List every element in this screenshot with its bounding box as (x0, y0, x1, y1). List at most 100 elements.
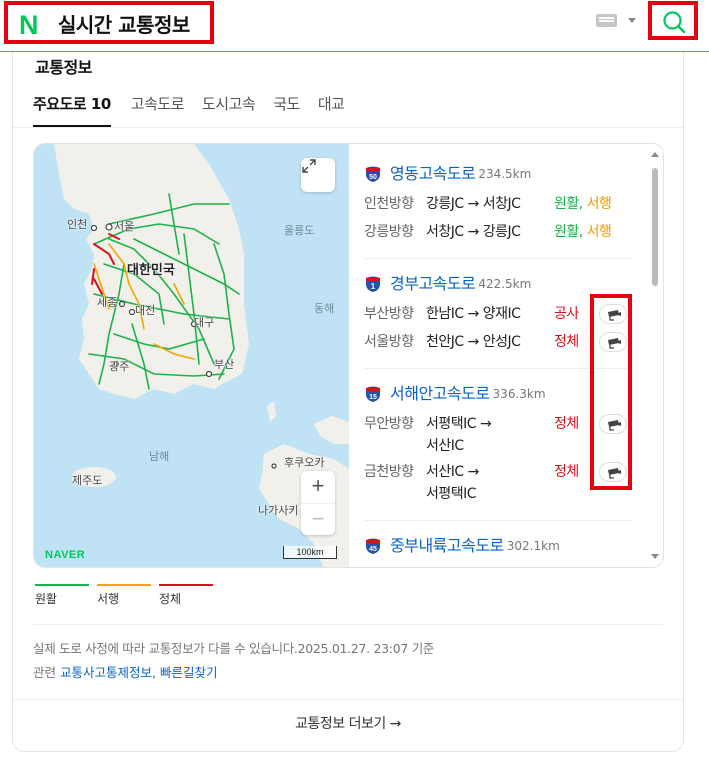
scrollbar-thumb[interactable] (652, 168, 658, 286)
road-length: 302.1km (506, 539, 560, 553)
legend-swatch-red (159, 584, 213, 586)
road-header[interactable]: 45 중부내륙고속도로 302.1km (364, 534, 634, 558)
traffic-status: 원활, 서행 (554, 224, 612, 240)
naver-logo[interactable]: N (19, 12, 43, 39)
search-icon (663, 11, 686, 34)
road-name[interactable]: 서해안고속도로 (390, 383, 490, 405)
map-label-south-sea: 남해 (149, 450, 170, 463)
traffic-status: 정체 (554, 416, 579, 432)
traffic-card: 교통정보 주요도로 10 고속도로 도시고속 국도 대교 인천 서울 대한민국 … (12, 52, 684, 752)
legend-label: 서행 (97, 592, 120, 606)
svg-text:15: 15 (369, 394, 377, 401)
scroll-up-arrow[interactable] (651, 152, 659, 157)
road-header[interactable]: 50 영동고속도로 234.5km (364, 162, 634, 186)
road-item: 45 중부내륙고속도로 302.1km (364, 534, 634, 558)
fast-route-link[interactable]: 빠른길찾기 (160, 665, 218, 680)
map-scale: 100km (283, 546, 337, 559)
road-divider (364, 258, 632, 259)
highway-shield-icon: 1 (364, 275, 382, 293)
map-label-sejong: 세종 (97, 296, 118, 309)
road-length: 234.5km (478, 167, 532, 181)
highway-shield-icon: 50 (364, 165, 382, 183)
tab-major-roads[interactable]: 주요도로 10 (33, 93, 111, 127)
zoom-out-button[interactable]: − (301, 503, 335, 535)
accident-control-link[interactable]: 교통사고통제정보 (60, 665, 152, 680)
legend: 원활 서행 정체 (35, 584, 221, 607)
tab-bridge[interactable]: 대교 (318, 93, 345, 127)
road-divider (364, 520, 632, 521)
road-length: 422.5km (478, 277, 532, 291)
brand-highlight: N 실시간 교통정보 (4, 1, 214, 44)
map-label-busan: 부산 (214, 358, 235, 371)
direction-label: 부산방향 (364, 306, 414, 322)
direction-label: 서울방향 (364, 334, 414, 350)
section-route: 한남IC → 양재IC (426, 306, 521, 322)
legend-swatch-green (35, 584, 89, 586)
fullscreen-button[interactable] (301, 158, 335, 192)
zoom-control: + − (301, 471, 335, 535)
road-header[interactable]: 1 경부고속도로 422.5km (364, 272, 634, 296)
road-name[interactable]: 영동고속도로 (390, 163, 476, 185)
search-button[interactable] (648, 1, 698, 40)
highway-shield-icon: 15 (364, 385, 382, 403)
direction-row: 인천방향 강릉JC → 서창JC 원활, 서행 (364, 192, 634, 218)
traffic-panel: 인천 서울 대한민국 세종 대전 대구 광주 부산 울릉도 동해 남해 제주도 … (33, 143, 664, 568)
direction-label: 무안방향 (364, 416, 414, 432)
header: N 실시간 교통정보 (0, 0, 709, 52)
direction-label: 금천방향 (364, 464, 414, 480)
tab-national-road[interactable]: 국도 (273, 93, 300, 127)
direction-row: 강릉방향 서창JC → 강릉JC 원활, 서행 (364, 220, 634, 246)
keyboard-icon[interactable] (596, 14, 617, 27)
section-route: 강릉JC → 서창JC (426, 196, 521, 212)
legend-item: 정체 (159, 584, 213, 607)
more-traffic-link[interactable]: 교통정보 더보기 → (13, 714, 683, 734)
legend-divider (33, 624, 663, 625)
road-name[interactable]: 중부내륙고속도로 (390, 535, 504, 557)
map-label-gwangju: 광주 (109, 360, 130, 373)
traffic-status: 정체 (554, 464, 579, 480)
map-label-country: 대한민국 (127, 263, 175, 278)
road-item: 50 영동고속도로 234.5km 인천방향 강릉JC → 서창JC 원활, 서… (364, 162, 634, 246)
page-title[interactable]: 실시간 교통정보 (58, 12, 190, 38)
section-route: 천안JC → 안성JC (426, 334, 521, 350)
legend-item: 원활 (35, 584, 89, 607)
legend-swatch-orange (97, 584, 151, 586)
link-separator: , (152, 665, 160, 680)
chevron-down-icon[interactable] (628, 18, 636, 23)
tab-urban-expressway[interactable]: 도시고속 (202, 93, 256, 127)
section-route: 서산IC → (426, 464, 479, 480)
traffic-status: 공사 (554, 306, 579, 322)
svg-text:45: 45 (369, 546, 377, 553)
legend-label: 정체 (159, 592, 182, 606)
road-length: 336.3km (492, 387, 546, 401)
direction-label: 인천방향 (364, 196, 414, 212)
traffic-status: 원활, 서행 (554, 196, 612, 212)
road-list: 50 영동고속도로 234.5km 인천방향 강릉JC → 서창JC 원활, 서… (349, 144, 663, 567)
scroll-down-arrow[interactable] (651, 554, 659, 559)
traffic-status: 정체 (554, 334, 579, 350)
map-label-ulleung: 울릉도 (284, 224, 315, 237)
map-label-nagasaki: 나가사키 (258, 504, 299, 517)
map-label-seoul: 서울 (114, 220, 135, 233)
section-title: 교통정보 (35, 58, 92, 77)
road-name[interactable]: 경부고속도로 (390, 273, 476, 295)
map-label-incheon: 인천 (67, 218, 88, 231)
tab-divider (13, 127, 683, 128)
svg-text:1: 1 (371, 282, 376, 291)
map-label-daegu: 대구 (194, 316, 215, 329)
more-divider (13, 699, 683, 700)
map-label-daejeon: 대전 (135, 304, 156, 317)
traffic-map[interactable]: 인천 서울 대한민국 세종 대전 대구 광주 부산 울릉도 동해 남해 제주도 … (34, 144, 349, 567)
section-route-end: 서평택IC (426, 486, 477, 502)
section-route: 서창JC → 강릉JC (426, 224, 521, 240)
zoom-in-button[interactable]: + (301, 471, 335, 503)
map-label-fukuoka: 후쿠오카 (284, 456, 325, 469)
direction-label: 강릉방향 (364, 224, 414, 240)
naver-map-logo: NAVER (45, 549, 86, 561)
section-route: 서평택IC → (426, 416, 492, 432)
legend-label: 원활 (35, 592, 58, 606)
map-label-east-sea: 동해 (314, 302, 335, 315)
highway-shield-icon: 45 (364, 537, 382, 555)
cctv-highlight (590, 294, 632, 490)
tab-expressway[interactable]: 고속도로 (131, 93, 185, 127)
